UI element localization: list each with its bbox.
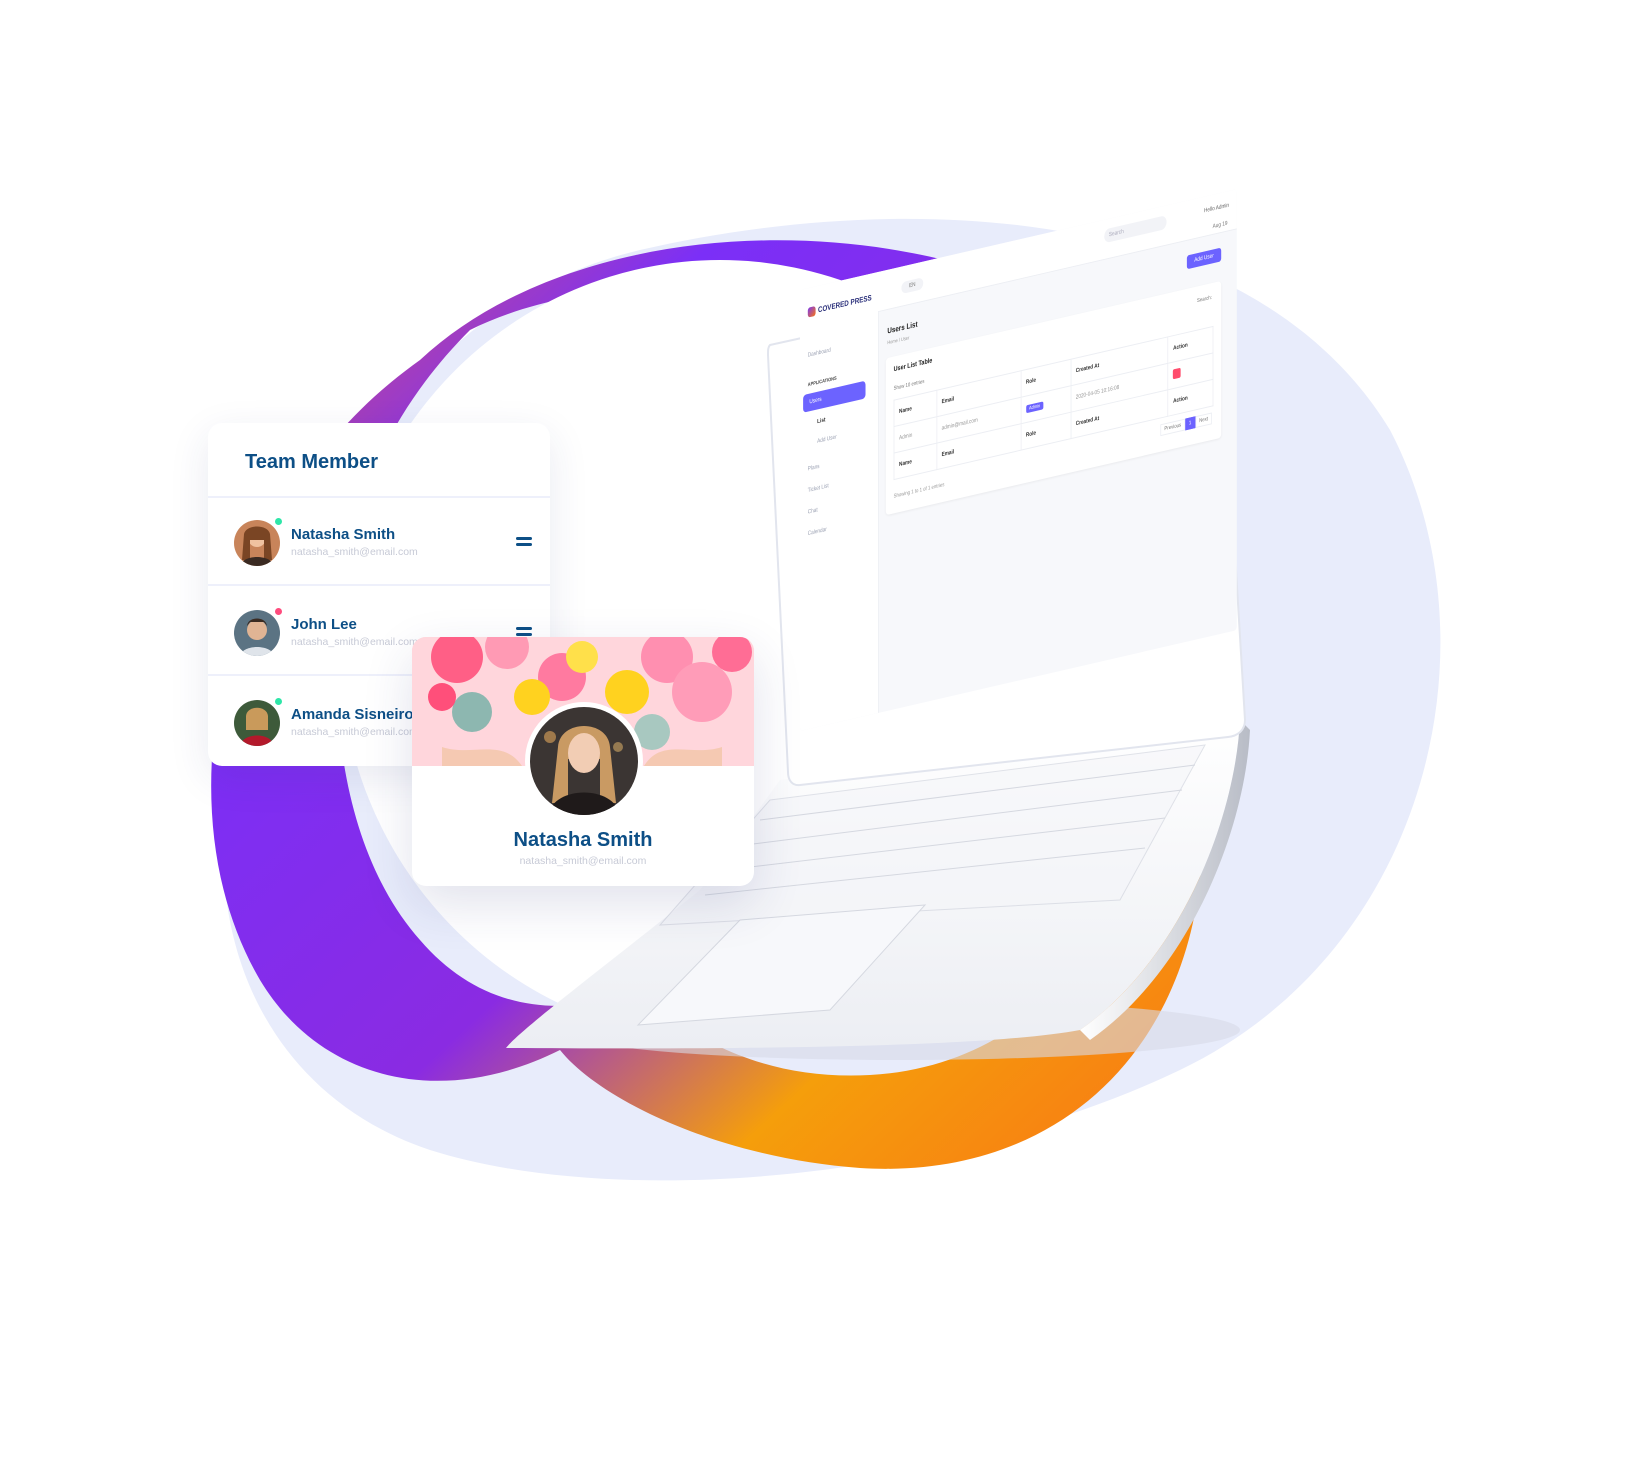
sidebar-item-calendar[interactable]: Calendar — [808, 527, 827, 537]
member-email: natasha_smith@email.com — [291, 546, 418, 558]
busy-status-dot — [275, 608, 282, 615]
divider — [208, 584, 550, 586]
avatar — [234, 520, 280, 566]
team-card-title: Team Member — [245, 451, 379, 473]
team-member-item[interactable]: Natasha Smith natasha_smith@email.com — [208, 498, 550, 586]
date-select[interactable]: Aug 19 — [1213, 221, 1228, 230]
user-greeting[interactable]: Hello Admin — [1204, 203, 1229, 215]
member-name: Amanda Sisneiro — [291, 706, 414, 723]
logo-icon — [807, 305, 816, 318]
table-info: Showing 1 to 1 of 1 entries — [893, 482, 945, 500]
member-name: Natasha Smith — [291, 526, 396, 543]
search-input[interactable]: Search — [1104, 215, 1167, 244]
member-name: John Lee — [291, 616, 357, 633]
language-select[interactable]: EN — [901, 277, 924, 295]
breadcrumb: Home / User — [887, 335, 910, 347]
online-status-dot — [275, 698, 282, 705]
role-badge: Admin — [1025, 401, 1044, 414]
pagination-previous[interactable]: Previous — [1160, 418, 1186, 437]
add-user-button[interactable]: Add User — [1186, 247, 1222, 270]
avatar — [234, 700, 280, 746]
sidebar-item-plans[interactable]: Plans — [808, 464, 820, 473]
profile-email: natasha_smith@email.com — [519, 855, 647, 867]
sidebar-section-label: APPLICATIONS — [807, 375, 837, 389]
users-table: Name Email Role Created At Action Admin … — [893, 326, 1214, 480]
online-status-dot — [275, 518, 282, 525]
profile-avatar — [525, 702, 643, 820]
sidebar: COVERED PRESS Dashboard APPLICATIONS Use… — [800, 271, 879, 731]
avatar — [530, 707, 638, 815]
sidebar-item-add-user[interactable]: Add User — [817, 434, 837, 444]
logo: COVERED PRESS — [807, 293, 872, 318]
menu-icon[interactable] — [516, 537, 532, 549]
member-email: natasha_smith@email.com — [291, 726, 418, 738]
delete-icon[interactable] — [1173, 367, 1181, 380]
user-table-card: User List Table Show 10 entries Search: … — [885, 280, 1222, 516]
entries-select[interactable]: Show 10 entries — [894, 379, 925, 392]
pagination-page[interactable]: 1 — [1185, 416, 1196, 431]
member-email: natasha_smith@email.com — [291, 636, 418, 648]
profile-card: Natasha Smith natasha_smith@email.com — [412, 637, 754, 886]
avatar — [234, 610, 280, 656]
sidebar-item-list[interactable]: List — [817, 417, 825, 425]
pagination-next[interactable]: Next — [1195, 412, 1212, 429]
page-title: Users List — [887, 319, 918, 336]
sidebar-item-ticket-list[interactable]: Ticket List — [808, 483, 829, 494]
sidebar-item-chat[interactable]: Chat — [808, 507, 818, 515]
table-title: User List Table — [893, 357, 933, 374]
table-search[interactable]: Search: — [1197, 295, 1212, 304]
profile-name: Natasha Smith — [513, 829, 653, 851]
sidebar-item-dashboard[interactable]: Dashboard — [808, 348, 831, 359]
